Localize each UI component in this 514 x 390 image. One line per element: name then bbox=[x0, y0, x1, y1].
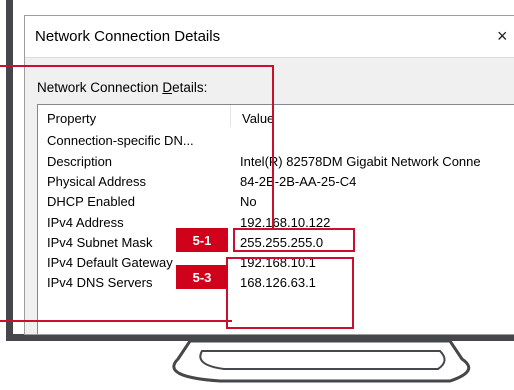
subnet-gateway-dns-highlight bbox=[226, 257, 354, 329]
row-property: Description bbox=[47, 154, 113, 169]
section-label: Network Connection Details: bbox=[37, 80, 207, 95]
row-property: Connection-specific DN... bbox=[47, 133, 194, 148]
ipv4-address-highlight bbox=[233, 228, 355, 252]
section-label-prefix: Network Connection bbox=[37, 80, 163, 95]
column-header-property[interactable]: Property bbox=[47, 111, 96, 126]
row-value: No bbox=[240, 194, 257, 209]
row-property: DHCP Enabled bbox=[47, 194, 135, 209]
row-property: IPv4 Address bbox=[47, 215, 124, 230]
row-value: Intel(R) 82578DM Gigabit Network Conne bbox=[240, 154, 481, 169]
list-row[interactable]: Description Intel(R) 82578DM Gigabit Net… bbox=[38, 152, 514, 171]
section-label-suffix: etails: bbox=[172, 80, 208, 95]
column-separator[interactable] bbox=[230, 105, 231, 127]
row-property: Physical Address bbox=[47, 174, 146, 189]
callout-line-top bbox=[0, 65, 274, 67]
window-title: Network Connection Details bbox=[35, 27, 221, 45]
column-header-value[interactable]: Value bbox=[242, 111, 274, 126]
row-property: IPv4 Default Gateway bbox=[47, 255, 173, 270]
window-titlebar: Network Connection Details bbox=[25, 16, 514, 56]
list-header: Property Value bbox=[38, 105, 514, 129]
list-row[interactable]: DHCP Enabled No bbox=[38, 192, 514, 211]
row-property: IPv4 DNS Servers bbox=[47, 275, 153, 290]
annotation-tag-5-1: 5-1 bbox=[176, 228, 228, 252]
row-property: IPv4 Subnet Mask bbox=[47, 235, 153, 250]
monitor-stand bbox=[172, 341, 471, 383]
list-row[interactable]: Physical Address 84-2B-2B-AA-25-C4 bbox=[38, 172, 514, 191]
callout-line-vertical bbox=[272, 65, 274, 230]
list-row[interactable]: Connection-specific DN... bbox=[38, 131, 514, 150]
section-label-mnemonic: D bbox=[162, 80, 173, 95]
callout-line-bottom bbox=[0, 320, 232, 322]
close-icon[interactable]: × bbox=[497, 26, 511, 47]
annotation-tag-5-3: 5-3 bbox=[176, 265, 228, 289]
row-value: 84-2B-2B-AA-25-C4 bbox=[240, 174, 357, 189]
